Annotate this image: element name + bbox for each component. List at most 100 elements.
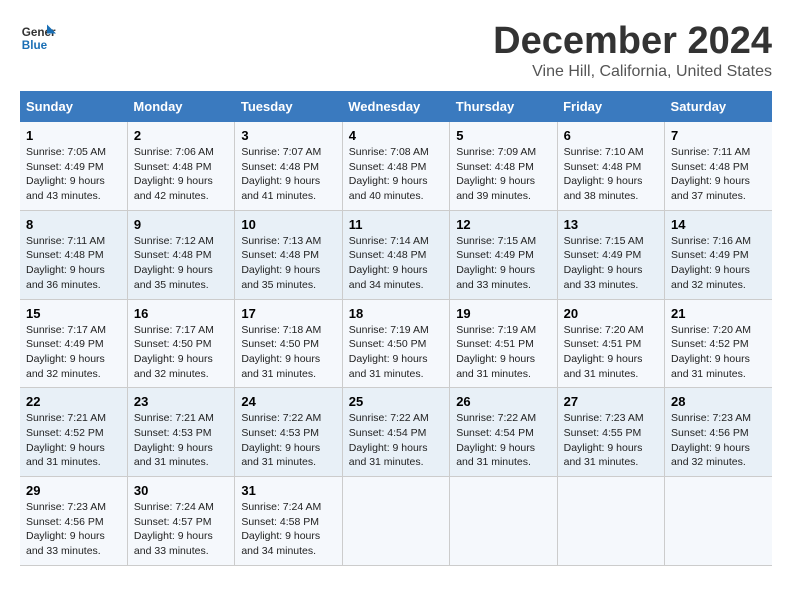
day-info: Sunrise: 7:12 AMSunset: 4:48 PMDaylight:… [134,235,214,291]
header-day-tuesday: Tuesday [235,91,342,122]
week-row-4: 22 Sunrise: 7:21 AMSunset: 4:52 PMDaylig… [20,388,772,477]
day-cell-20: 20 Sunrise: 7:20 AMSunset: 4:51 PMDaylig… [557,299,664,388]
day-info: Sunrise: 7:17 AMSunset: 4:50 PMDaylight:… [134,324,214,380]
header-day-friday: Friday [557,91,664,122]
day-number: 8 [26,217,121,232]
day-number: 19 [456,306,550,321]
day-number: 7 [671,128,766,143]
day-cell-4: 4 Sunrise: 7:08 AMSunset: 4:48 PMDayligh… [342,122,449,210]
day-cell-11: 11 Sunrise: 7:14 AMSunset: 4:48 PMDaylig… [342,210,449,299]
header-day-saturday: Saturday [665,91,772,122]
day-cell-19: 19 Sunrise: 7:19 AMSunset: 4:51 PMDaylig… [450,299,557,388]
header-day-thursday: Thursday [450,91,557,122]
page-header: General Blue December 2024 Vine Hill, Ca… [20,20,772,81]
day-info: Sunrise: 7:20 AMSunset: 4:52 PMDaylight:… [671,324,751,380]
day-info: Sunrise: 7:14 AMSunset: 4:48 PMDaylight:… [349,235,429,291]
day-number: 31 [241,483,335,498]
header-day-monday: Monday [127,91,234,122]
day-info: Sunrise: 7:19 AMSunset: 4:50 PMDaylight:… [349,324,429,380]
day-cell-12: 12 Sunrise: 7:15 AMSunset: 4:49 PMDaylig… [450,210,557,299]
day-cell-5: 5 Sunrise: 7:09 AMSunset: 4:48 PMDayligh… [450,122,557,210]
day-info: Sunrise: 7:06 AMSunset: 4:48 PMDaylight:… [134,146,214,202]
day-cell-2: 2 Sunrise: 7:06 AMSunset: 4:48 PMDayligh… [127,122,234,210]
day-cell-6: 6 Sunrise: 7:10 AMSunset: 4:48 PMDayligh… [557,122,664,210]
empty-cell [557,477,664,566]
header-day-wednesday: Wednesday [342,91,449,122]
day-info: Sunrise: 7:22 AMSunset: 4:54 PMDaylight:… [349,412,429,468]
day-info: Sunrise: 7:23 AMSunset: 4:56 PMDaylight:… [26,501,106,557]
day-number: 28 [671,394,766,409]
day-info: Sunrise: 7:23 AMSunset: 4:56 PMDaylight:… [671,412,751,468]
day-cell-14: 14 Sunrise: 7:16 AMSunset: 4:49 PMDaylig… [665,210,772,299]
day-number: 29 [26,483,121,498]
day-cell-21: 21 Sunrise: 7:20 AMSunset: 4:52 PMDaylig… [665,299,772,388]
day-info: Sunrise: 7:17 AMSunset: 4:49 PMDaylight:… [26,324,106,380]
day-cell-7: 7 Sunrise: 7:11 AMSunset: 4:48 PMDayligh… [665,122,772,210]
day-info: Sunrise: 7:13 AMSunset: 4:48 PMDaylight:… [241,235,321,291]
day-cell-29: 29 Sunrise: 7:23 AMSunset: 4:56 PMDaylig… [20,477,127,566]
logo-icon: General Blue [20,20,56,56]
week-row-5: 29 Sunrise: 7:23 AMSunset: 4:56 PMDaylig… [20,477,772,566]
day-info: Sunrise: 7:21 AMSunset: 4:53 PMDaylight:… [134,412,214,468]
location: Vine Hill, California, United States [493,63,772,81]
day-number: 21 [671,306,766,321]
day-cell-18: 18 Sunrise: 7:19 AMSunset: 4:50 PMDaylig… [342,299,449,388]
day-number: 6 [564,128,658,143]
day-info: Sunrise: 7:09 AMSunset: 4:48 PMDaylight:… [456,146,536,202]
logo: General Blue [20,20,56,56]
calendar-header-row: SundayMondayTuesdayWednesdayThursdayFrid… [20,91,772,122]
day-cell-31: 31 Sunrise: 7:24 AMSunset: 4:58 PMDaylig… [235,477,342,566]
day-cell-27: 27 Sunrise: 7:23 AMSunset: 4:55 PMDaylig… [557,388,664,477]
day-number: 24 [241,394,335,409]
day-cell-8: 8 Sunrise: 7:11 AMSunset: 4:48 PMDayligh… [20,210,127,299]
day-number: 27 [564,394,658,409]
day-number: 25 [349,394,443,409]
day-number: 1 [26,128,121,143]
day-info: Sunrise: 7:22 AMSunset: 4:53 PMDaylight:… [241,412,321,468]
day-info: Sunrise: 7:16 AMSunset: 4:49 PMDaylight:… [671,235,751,291]
day-cell-30: 30 Sunrise: 7:24 AMSunset: 4:57 PMDaylig… [127,477,234,566]
title-area: December 2024 Vine Hill, California, Uni… [493,20,772,81]
day-cell-16: 16 Sunrise: 7:17 AMSunset: 4:50 PMDaylig… [127,299,234,388]
day-info: Sunrise: 7:24 AMSunset: 4:58 PMDaylight:… [241,501,321,557]
day-info: Sunrise: 7:15 AMSunset: 4:49 PMDaylight:… [564,235,644,291]
day-info: Sunrise: 7:05 AMSunset: 4:49 PMDaylight:… [26,146,106,202]
day-info: Sunrise: 7:10 AMSunset: 4:48 PMDaylight:… [564,146,644,202]
week-row-1: 1 Sunrise: 7:05 AMSunset: 4:49 PMDayligh… [20,122,772,210]
day-info: Sunrise: 7:19 AMSunset: 4:51 PMDaylight:… [456,324,536,380]
day-cell-1: 1 Sunrise: 7:05 AMSunset: 4:49 PMDayligh… [20,122,127,210]
day-number: 2 [134,128,228,143]
calendar-table: SundayMondayTuesdayWednesdayThursdayFrid… [20,91,772,566]
month-title: December 2024 [493,20,772,63]
day-number: 15 [26,306,121,321]
day-number: 14 [671,217,766,232]
day-info: Sunrise: 7:21 AMSunset: 4:52 PMDaylight:… [26,412,106,468]
empty-cell [342,477,449,566]
day-cell-17: 17 Sunrise: 7:18 AMSunset: 4:50 PMDaylig… [235,299,342,388]
day-cell-24: 24 Sunrise: 7:22 AMSunset: 4:53 PMDaylig… [235,388,342,477]
day-cell-15: 15 Sunrise: 7:17 AMSunset: 4:49 PMDaylig… [20,299,127,388]
day-number: 4 [349,128,443,143]
day-number: 30 [134,483,228,498]
day-number: 22 [26,394,121,409]
day-cell-3: 3 Sunrise: 7:07 AMSunset: 4:48 PMDayligh… [235,122,342,210]
day-number: 18 [349,306,443,321]
day-cell-22: 22 Sunrise: 7:21 AMSunset: 4:52 PMDaylig… [20,388,127,477]
week-row-3: 15 Sunrise: 7:17 AMSunset: 4:49 PMDaylig… [20,299,772,388]
empty-cell [450,477,557,566]
day-number: 26 [456,394,550,409]
day-info: Sunrise: 7:07 AMSunset: 4:48 PMDaylight:… [241,146,321,202]
day-number: 20 [564,306,658,321]
day-info: Sunrise: 7:15 AMSunset: 4:49 PMDaylight:… [456,235,536,291]
day-info: Sunrise: 7:20 AMSunset: 4:51 PMDaylight:… [564,324,644,380]
day-info: Sunrise: 7:22 AMSunset: 4:54 PMDaylight:… [456,412,536,468]
day-number: 13 [564,217,658,232]
day-number: 17 [241,306,335,321]
day-cell-10: 10 Sunrise: 7:13 AMSunset: 4:48 PMDaylig… [235,210,342,299]
day-cell-9: 9 Sunrise: 7:12 AMSunset: 4:48 PMDayligh… [127,210,234,299]
day-info: Sunrise: 7:24 AMSunset: 4:57 PMDaylight:… [134,501,214,557]
day-number: 9 [134,217,228,232]
day-info: Sunrise: 7:18 AMSunset: 4:50 PMDaylight:… [241,324,321,380]
svg-text:Blue: Blue [22,39,48,52]
header-day-sunday: Sunday [20,91,127,122]
